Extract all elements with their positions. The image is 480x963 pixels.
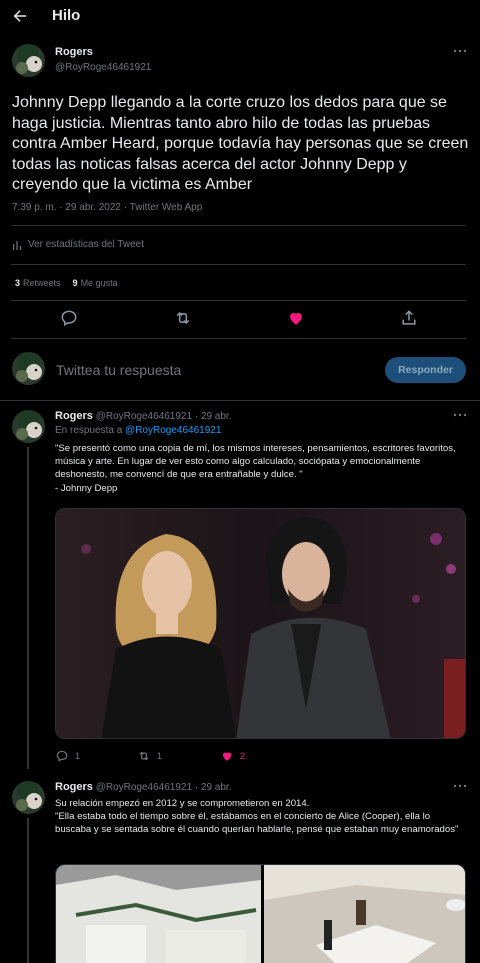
retweet-icon (139, 751, 149, 761)
reply-icon[interactable] (59, 308, 79, 328)
retweets-count-link[interactable]: 3 Retweets (15, 278, 61, 288)
tweet-actions (0, 308, 480, 332)
avatar[interactable] (12, 44, 45, 77)
share-icon[interactable] (399, 308, 419, 328)
more-dots-icon[interactable] (453, 783, 467, 789)
top-bar: Hilo (0, 0, 480, 32)
avatar[interactable] (12, 781, 45, 814)
reply-action[interactable]: 1 (55, 749, 80, 763)
like-action[interactable]: 2 (220, 749, 245, 763)
avatar[interactable] (12, 410, 45, 443)
tweet-photo[interactable] (55, 864, 466, 963)
divider (11, 264, 466, 265)
tweet-meta[interactable]: 7:39 p. m. · 29 abr. 2022 · Twitter Web … (12, 202, 202, 213)
likes-count-link[interactable]: 9 Me gusta (73, 278, 118, 288)
heart-icon[interactable] (286, 308, 306, 328)
retweet-icon[interactable] (173, 308, 193, 328)
avatar[interactable] (12, 352, 45, 385)
heart-icon (222, 752, 232, 761)
in-reply-to: En respuesta a @RoyRoge46461921 (55, 425, 222, 436)
stats-icon (13, 240, 21, 250)
page-title: Hilo (52, 7, 81, 24)
handle-date[interactable]: @RoyRoge46461921 · 29 abr. (96, 782, 232, 793)
in-reply-handle-link[interactable]: @RoyRoge46461921 (125, 425, 221, 436)
tweet-text: "Se presentó como una copia de mí, los m… (55, 443, 456, 494)
reply-composer: Twittea tu respuesta Responder (0, 345, 480, 395)
author-name[interactable]: Rogers (55, 410, 93, 422)
reply-button[interactable]: Responder (385, 357, 466, 383)
thread-line (27, 447, 29, 769)
author-name[interactable]: Rogers (55, 781, 93, 793)
author-handle[interactable]: @RoyRoge46461921 (55, 62, 151, 73)
reply-header: Rogers @RoyRoge46461921 · 29 abr. (55, 410, 232, 422)
back-arrow-icon[interactable] (11, 7, 29, 25)
author-name[interactable]: Rogers (55, 46, 93, 58)
more-dots-icon[interactable] (453, 412, 467, 418)
photo-image (56, 509, 465, 738)
reply-count: 1 (75, 751, 81, 761)
view-stats-label: Ver estadísticas del Tweet (28, 239, 144, 250)
tweet-text: Su relación empezó en 2012 y se comprome… (55, 798, 459, 836)
retweet-action[interactable]: 1 (137, 749, 162, 763)
reply-header: Rogers @RoyRoge46461921 · 29 abr. (55, 781, 232, 793)
more-dots-icon[interactable] (453, 48, 467, 54)
divider (0, 400, 480, 401)
photo-image (56, 865, 465, 963)
engagement-counts: 3 Retweets 9 Me gusta (15, 278, 118, 288)
handle-date[interactable]: @RoyRoge46461921 · 29 abr. (96, 411, 232, 422)
reply-icon (56, 750, 68, 762)
reply-input[interactable]: Twittea tu respuesta (56, 362, 181, 378)
like-count: 2 (240, 751, 246, 761)
tweet-text: Johnny Depp llegando a la corte cruzo lo… (12, 94, 469, 193)
divider (11, 300, 466, 301)
retweet-count: 1 (157, 751, 163, 761)
tweet-photo[interactable] (55, 508, 466, 739)
view-stats-link[interactable]: Ver estadísticas del Tweet (12, 239, 144, 250)
thread-line (27, 818, 29, 963)
divider (11, 338, 466, 339)
divider (11, 225, 466, 226)
